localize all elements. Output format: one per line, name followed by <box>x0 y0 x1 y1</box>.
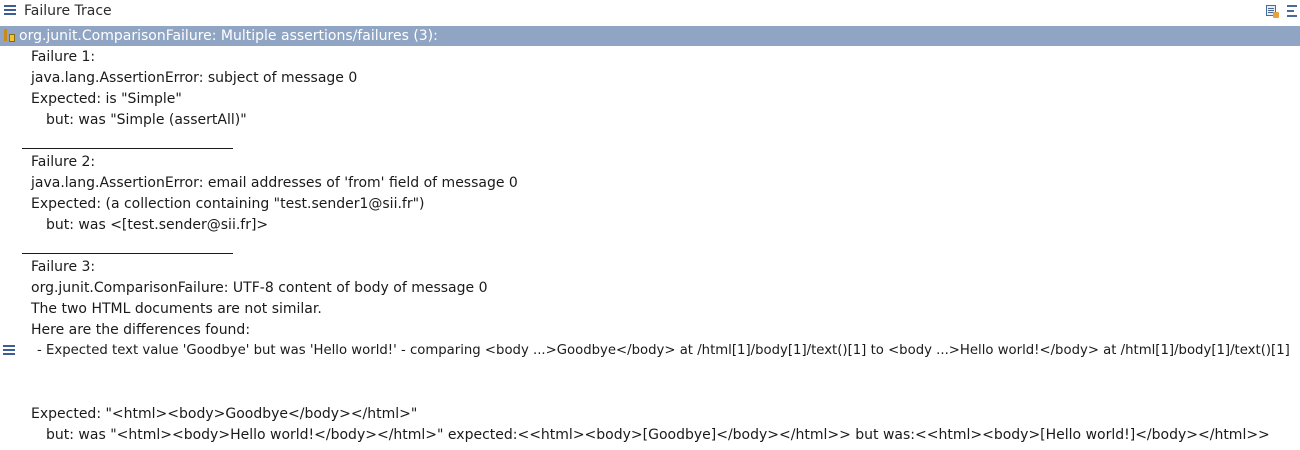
failure-icon <box>3 28 16 44</box>
trace-header-text: org.junit.ComparisonFailure: Multiple as… <box>19 28 438 44</box>
view-title-bar: Failure Trace <box>0 0 1300 22</box>
failure-3-diff-heading[interactable]: Here are the differences found: <box>31 321 250 339</box>
failure-3-error[interactable]: org.junit.ComparisonFailure: UTF-8 conte… <box>31 279 487 297</box>
filter-stack-trace-icon <box>1287 5 1297 20</box>
separator-rule <box>22 148 233 149</box>
failure-1-expected[interactable]: Expected: is "Simple" <box>31 90 182 108</box>
failure-1-error[interactable]: java.lang.AssertionError: subject of mes… <box>31 69 357 87</box>
failure-2-error[interactable]: java.lang.AssertionError: email addresse… <box>31 174 518 192</box>
failure-3-but[interactable]: but: was "<html><body>Hello world!</body… <box>46 426 1270 444</box>
stack-trace-icon[interactable] <box>3 345 15 355</box>
separator-rule <box>22 253 233 254</box>
failure-1-but[interactable]: but: was "Simple (assertAll)" <box>46 111 247 129</box>
failure-3-title[interactable]: Failure 3: <box>31 258 95 276</box>
failure-2-expected[interactable]: Expected: (a collection containing "test… <box>31 195 425 213</box>
failure-2-title[interactable]: Failure 2: <box>31 153 95 171</box>
failure-3-diff-item[interactable]: - Expected text value 'Goodbye' but was … <box>37 342 1290 360</box>
compare-results-button[interactable] <box>1264 3 1280 19</box>
failure-3-not-similar[interactable]: The two HTML documents are not similar. <box>31 300 322 318</box>
trace-header-row[interactable]: org.junit.ComparisonFailure: Multiple as… <box>0 26 1300 46</box>
list-icon <box>4 5 16 15</box>
view-title: Failure Trace <box>24 3 112 19</box>
failure-3-expected[interactable]: Expected: "<html><body>Goodbye</body></h… <box>31 405 417 423</box>
failure-trace-view: Failure Trace org.junit.ComparisonFailur… <box>0 0 1300 450</box>
failure-2-but[interactable]: but: was <[test.sender@sii.fr]> <box>46 216 268 234</box>
filter-stack-trace-button[interactable] <box>1286 3 1300 19</box>
failure-1-title[interactable]: Failure 1: <box>31 48 95 66</box>
